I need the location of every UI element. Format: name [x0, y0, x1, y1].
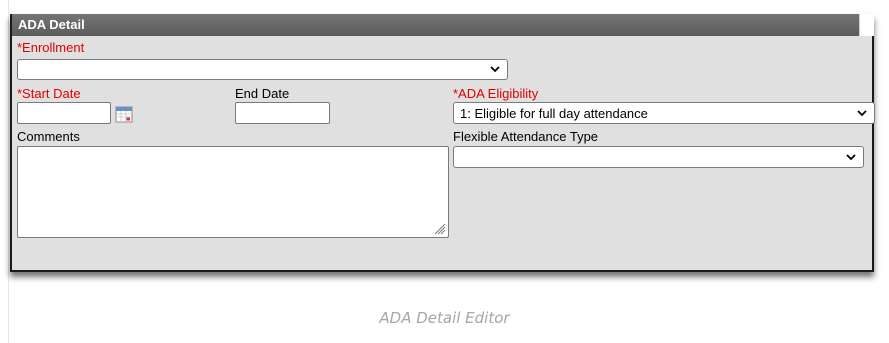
ada-eligibility-label: *ADA Eligibility	[453, 86, 539, 101]
end-date-label: End Date	[235, 86, 290, 101]
ada-eligibility-select[interactable]: 1: Eligible for full day attendance	[453, 102, 875, 124]
resize-grip-icon[interactable]	[432, 221, 446, 235]
end-date-input[interactable]	[235, 102, 330, 124]
calendar-icon[interactable]	[115, 105, 133, 123]
figure-caption: ADA Detail Editor	[379, 309, 510, 327]
chevron-down-icon	[857, 110, 867, 117]
enrollment-label: *Enrollment	[17, 40, 85, 55]
ada-eligibility-value: 1: Eligible for full day attendance	[460, 106, 648, 121]
page-divider	[8, 0, 9, 343]
start-date-label: *Start Date	[17, 86, 81, 101]
comments-textarea[interactable]	[17, 146, 449, 238]
chevron-down-icon	[846, 154, 856, 161]
panel-title: ADA Detail	[12, 14, 859, 36]
ada-detail-panel: ADA Detail *Enrollment *Start Date End D…	[10, 14, 875, 272]
enrollment-select[interactable]	[17, 59, 508, 80]
flexible-attendance-type-select[interactable]	[453, 146, 864, 168]
panel-header-cap	[859, 14, 874, 36]
flexible-attendance-type-label: Flexible Attendance Type	[453, 129, 599, 144]
chevron-down-icon	[490, 66, 500, 73]
comments-label: Comments	[17, 129, 80, 144]
start-date-input[interactable]	[17, 102, 111, 124]
